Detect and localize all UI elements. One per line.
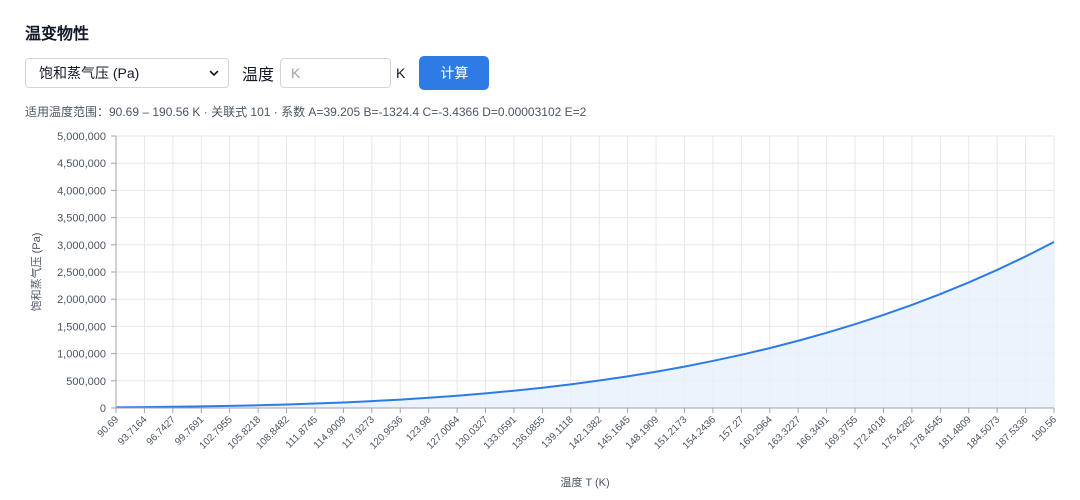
x-tick-label: 96.7427 (145, 414, 179, 448)
y-tick-label: 3,000,000 (57, 240, 106, 252)
y-tick-label: 2,000,000 (57, 294, 106, 306)
y-tick-label: 3,500,000 (57, 213, 106, 225)
y-tick-label: 1,500,000 (57, 321, 106, 333)
controls-row: 饱和蒸气压 (Pa) 温度 K 计算 (25, 56, 490, 90)
y-tick-label: 1,000,000 (57, 349, 106, 361)
y-tick-label: 0 (100, 403, 106, 415)
property-select[interactable]: 饱和蒸气压 (Pa) (25, 58, 229, 88)
x-axis-label: 温度 T (K) (560, 475, 609, 489)
x-tick-label: 190.56 (1030, 414, 1060, 444)
x-tick-label: 93.7164 (116, 414, 150, 448)
y-tick-label: 2,500,000 (57, 267, 106, 279)
calculate-button[interactable]: 计算 (419, 56, 490, 90)
property-select-value: 饱和蒸气压 (Pa) (39, 65, 140, 81)
y-axis-ticks: 0 500,000 1,000,000 1,500,000 2,000,000 2,500… (57, 131, 116, 415)
temperature-input[interactable] (280, 58, 392, 88)
y-tick-label: 5,000,000 (57, 131, 106, 143)
page-title: 温变物性 (25, 26, 90, 43)
y-tick-label: 500,000 (66, 376, 106, 388)
y-tick-label: 4,500,000 (57, 158, 106, 170)
temperature-unit-label: K (396, 65, 406, 81)
range-info-text: 适用温度范围：90.69 – 190.56 K · 关联式 101 · 系数 A… (25, 105, 587, 119)
y-axis-label: 饱和蒸气压 (Pa) (29, 233, 43, 312)
x-tick-label: 90.69 (96, 414, 122, 440)
temperature-label: 温度 (242, 67, 275, 84)
y-tick-label: 4,000,000 (57, 185, 106, 197)
vapor-pressure-chart: 0 500,000 1,000,000 1,500,000 2,000,000 2,500… (29, 131, 1060, 489)
x-axis-ticks: 90.6993.716496.742799.7691102.7955105.82… (96, 408, 1060, 452)
chevron-down-icon (209, 70, 219, 76)
